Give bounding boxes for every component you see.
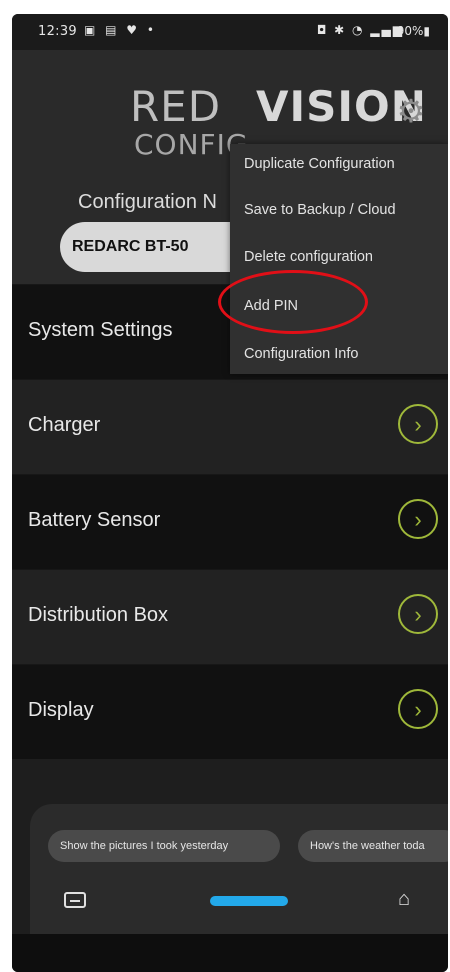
menu-item-save-to-backup[interactable]: Save to Backup / Cloud — [244, 202, 396, 218]
settings-row-battery-sensor[interactable]: Battery Sensor › — [12, 474, 448, 569]
menu-item-delete-configuration[interactable]: Delete configuration — [244, 249, 373, 265]
status-bar: 12:39 ▣ ▤ ♥ • ◘ ✱ ◔ ▂▄▆ 90%▮ — [12, 14, 448, 50]
configuration-name-label: Configuration N — [78, 191, 217, 213]
home-icon[interactable]: ⌂ — [398, 888, 410, 911]
suggestion-chip[interactable]: How's the weather toda — [298, 830, 448, 862]
suggestion-chip[interactable]: Show the pictures I took yesterday — [48, 830, 280, 862]
assistant-suggestion-bar: Show the pictures I took yesterday How's… — [30, 804, 448, 934]
chevron-right-icon[interactable]: › — [398, 594, 438, 634]
battery-level: 90%▮ — [396, 24, 430, 38]
gesture-pill[interactable] — [210, 896, 288, 906]
chevron-right-icon[interactable]: › — [398, 404, 438, 444]
settings-row-label: System Settings — [28, 319, 173, 341]
status-time: 12:39 — [38, 24, 77, 39]
chevron-right-icon[interactable]: › — [398, 499, 438, 539]
system-status-icons: ◘ ✱ ◔ ▂▄▆ — [316, 23, 404, 37]
settings-row-label: Distribution Box — [28, 604, 169, 626]
phone-screen: 12:39 ▣ ▤ ♥ • ◘ ✱ ◔ ▂▄▆ 90%▮ RED VISION … — [12, 14, 448, 972]
settings-row-charger[interactable]: Charger › — [12, 379, 448, 474]
chevron-right-icon[interactable]: › — [398, 689, 438, 729]
configuration-name-field[interactable]: REDARC BT-50 — [60, 222, 250, 272]
overflow-menu: Duplicate Configuration Save to Backup /… — [230, 144, 448, 374]
settings-row-label: Display — [28, 699, 94, 721]
highlight-circle-annotation — [218, 270, 368, 334]
menu-item-duplicate-configuration[interactable]: Duplicate Configuration — [244, 156, 395, 172]
logo-red: RED — [130, 82, 222, 131]
settings-row-display[interactable]: Display › — [12, 664, 448, 759]
keyboard-icon[interactable] — [64, 892, 86, 908]
notification-icons: ▣ ▤ ♥ • — [84, 23, 157, 37]
settings-row-label: Battery Sensor — [28, 509, 161, 531]
menu-item-configuration-info[interactable]: Configuration Info — [244, 346, 358, 362]
gear-icon[interactable]: ⚙ — [394, 94, 428, 128]
settings-row-distribution-box[interactable]: Distribution Box › — [12, 569, 448, 664]
settings-row-label: Charger — [28, 414, 101, 436]
navigation-bar — [12, 934, 448, 972]
